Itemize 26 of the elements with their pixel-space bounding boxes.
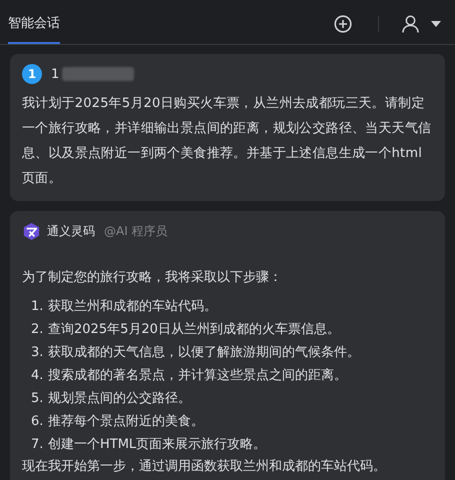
step-text: 规划景点间的公交路径。	[48, 390, 191, 408]
step-number: 7.	[31, 436, 44, 454]
step-number: 3.	[31, 344, 44, 362]
message-text: 我计划于2025年5月20日购买火车票，从兰州去成都玩三天。请制定一个旅行攻略，并详细输出景点间的距离，规划公交路径、当天天气信息、以及景点附近一到两个美食推荐。并基于上述信息生成一个html页面。	[22, 95, 432, 188]
step-text: 获取兰州和成都的车站代码。	[48, 298, 217, 316]
step-text: 查询2025年5月20日从兰州到成都的火车票信息。	[48, 321, 340, 339]
step-text: 获取成都的天气信息，以便了解旅游期间的气候条件。	[48, 344, 360, 362]
assistant-name: 通义灵码	[47, 222, 95, 240]
logo-icon	[22, 222, 41, 240]
outro-text: 现在我开始第一步，通过调用函数获取兰州和成都的车站代码。	[22, 458, 387, 476]
intro-text: 为了制定您的旅行攻略，我将采取以下步骤：	[22, 269, 283, 287]
step-text: 推荐每个景点附近的美食。	[48, 413, 204, 431]
step-text: 搜索成都的著名景点，并计算这些景点之间的距离。	[48, 367, 347, 385]
step-number: 5.	[31, 390, 44, 408]
caret-icon[interactable]	[431, 21, 441, 27]
step-number: 6.	[31, 413, 44, 431]
add-icon[interactable]	[334, 15, 352, 33]
step-text: 创建一个HTML页面来展示旅行攻略。	[48, 436, 266, 454]
user-avatar: 1	[22, 64, 42, 84]
tab[interactable]: 智能会话	[8, 0, 60, 44]
step-number: 4.	[31, 367, 44, 385]
user-name: 1	[51, 66, 60, 82]
assistant-role: @AI 程序员	[104, 222, 168, 240]
user-icon[interactable]	[402, 15, 419, 33]
step-number: 1.	[31, 298, 44, 316]
step-number: 2.	[31, 321, 44, 339]
